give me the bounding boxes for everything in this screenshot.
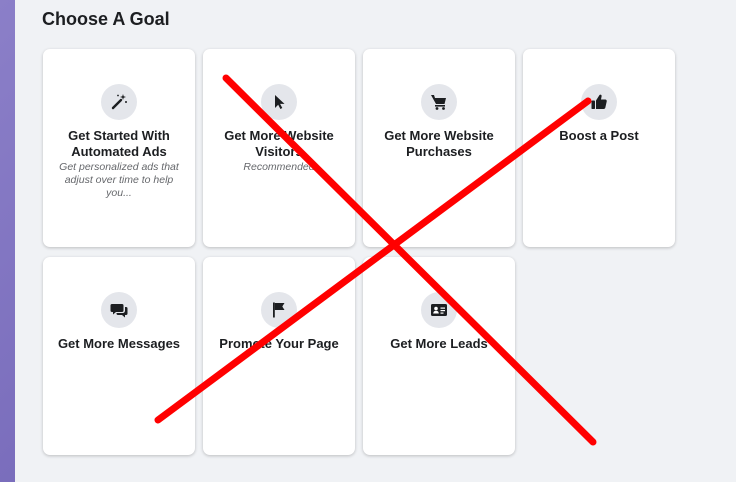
goal-card-messages[interactable]: Get More Messages bbox=[43, 257, 195, 455]
flag-icon bbox=[261, 292, 297, 328]
magic-wand-icon bbox=[101, 84, 137, 120]
goal-label: Get More Website Purchases bbox=[384, 128, 494, 159]
page-title: Choose A Goal bbox=[42, 9, 170, 29]
contact-card-icon bbox=[421, 292, 457, 328]
goal-label: Get More Messages bbox=[57, 336, 181, 351]
recommended-tag: Recommended bbox=[243, 161, 315, 173]
goal-label: Get More Website Visitors bbox=[224, 128, 334, 159]
cursor-icon bbox=[261, 84, 297, 120]
goal-card-leads[interactable]: Get More Leads bbox=[363, 257, 515, 455]
goal-card-boost-post[interactable]: Boost a Post bbox=[523, 49, 675, 247]
thumbs-up-icon bbox=[581, 84, 617, 120]
goal-label: Boost a Post bbox=[559, 128, 639, 143]
goal-description: Get personalized ads that adjust over ti… bbox=[59, 161, 179, 199]
goal-label: Get Started With Automated Ads bbox=[68, 128, 170, 159]
chat-bubbles-icon bbox=[101, 292, 137, 328]
goal-label: Promote Your Page bbox=[219, 336, 339, 351]
shopping-cart-icon bbox=[421, 84, 457, 120]
goal-label: Get More Leads bbox=[390, 336, 488, 351]
goal-card-automated-ads[interactable]: Get Started With Automated Ads Get perso… bbox=[43, 49, 195, 247]
goal-card-website-visitors[interactable]: Get More Website Visitors Recommended bbox=[203, 49, 355, 247]
goal-card-website-purchases[interactable]: Get More Website Purchases bbox=[363, 49, 515, 247]
goal-card-promote-page[interactable]: Promote Your Page bbox=[203, 257, 355, 455]
